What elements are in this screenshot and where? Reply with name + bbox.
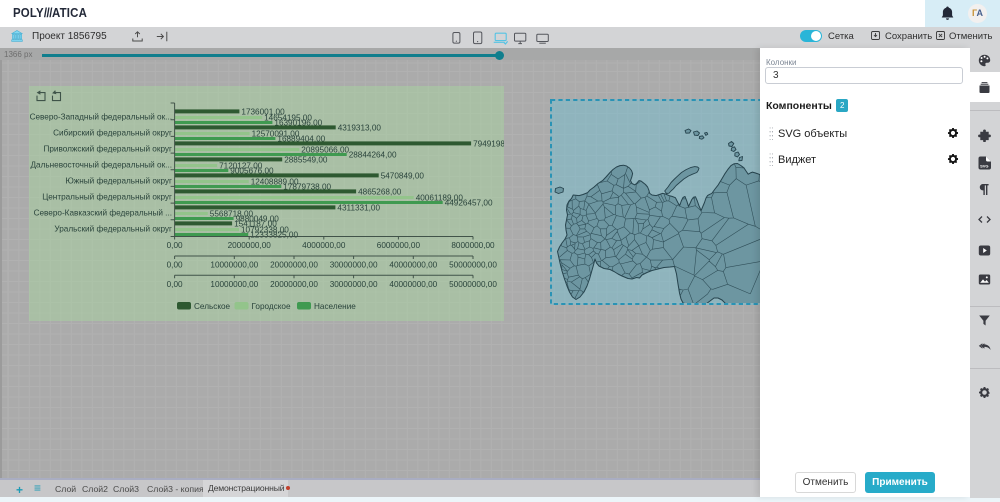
svg-text:0,00: 0,00 — [167, 241, 183, 250]
svg-text:Северо-Кавказский федеральный: Северо-Кавказский федеральный ... — [34, 208, 172, 217]
svg-text:2885549,00: 2885549,00 — [284, 155, 328, 164]
svg-text:Городское: Городское — [252, 302, 291, 311]
svg-text:44926457,00: 44926457,00 — [445, 199, 493, 208]
svg-text:30000000,00: 30000000,00 — [330, 280, 378, 289]
svg-text:Уральский федеральный округ: Уральский федеральный округ — [54, 224, 172, 233]
svg-text:50000000,00: 50000000,00 — [449, 280, 497, 289]
svg-text:20000000,00: 20000000,00 — [270, 280, 318, 289]
svg-text:SVG: SVG — [980, 163, 988, 168]
svg-text:2000000,00: 2000000,00 — [228, 241, 272, 250]
svg-text:0,00: 0,00 — [167, 280, 183, 289]
svg-text:0,00: 0,00 — [167, 261, 183, 270]
svg-text:10000000,00: 10000000,00 — [210, 280, 258, 289]
svg-text:6000000,00: 6000000,00 — [377, 241, 421, 250]
svg-text:30000000,00: 30000000,00 — [330, 261, 378, 270]
svg-text:10000000,00: 10000000,00 — [210, 261, 258, 270]
svg-text:12333825,00: 12333825,00 — [250, 231, 298, 240]
svg-text:Центральный федеральный округ: Центральный федеральный округ — [42, 192, 172, 201]
svg-text:Сибирский федеральный округ: Сибирский федеральный округ — [53, 128, 172, 137]
svg-text:20000000,00: 20000000,00 — [270, 261, 318, 270]
svg-text:40000000,00: 40000000,00 — [389, 261, 437, 270]
svg-text:Дальневосточный федеральный ок: Дальневосточный федеральный ок... — [31, 160, 172, 169]
svg-text:7949198,00: 7949198,00 — [473, 139, 504, 148]
svg-text:4319313,00: 4319313,00 — [338, 123, 382, 132]
svg-text:20895066,00: 20895066,00 — [301, 146, 349, 155]
svg-text:4865268,00: 4865268,00 — [358, 187, 402, 196]
svg-text:4000000,00: 4000000,00 — [302, 241, 346, 250]
svg-text:5470849,00: 5470849,00 — [381, 171, 425, 180]
svg-text:40000000,00: 40000000,00 — [389, 280, 437, 289]
svg-text:Население: Население — [314, 302, 356, 311]
svg-text:Южный федеральный округ: Южный федеральный округ — [65, 176, 172, 185]
svg-text:50000000,00: 50000000,00 — [449, 261, 497, 270]
svg-text:Северо-Западный федеральный ок: Северо-Западный федеральный ок... — [30, 112, 172, 121]
svg-text:8000000,00: 8000000,00 — [451, 241, 495, 250]
svg-text:28844264,00: 28844264,00 — [349, 151, 397, 160]
svg-text:4311331,00: 4311331,00 — [337, 203, 380, 212]
svg-text:Сельское: Сельское — [194, 302, 231, 311]
svg-text:Приволжский федеральный округ: Приволжский федеральный округ — [43, 144, 172, 153]
